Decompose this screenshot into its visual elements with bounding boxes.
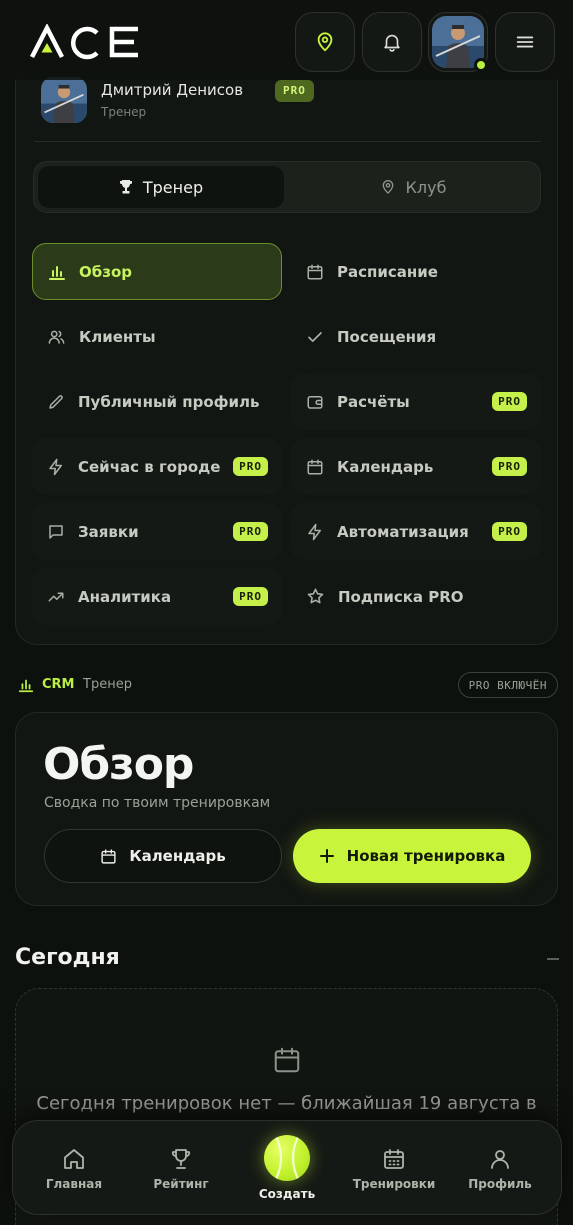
role-switcher: Тренер Клуб	[33, 161, 541, 213]
nav-subscription[interactable]: Подписка PRO	[291, 568, 541, 625]
nav-visits[interactable]: Посещения	[291, 308, 541, 365]
nav-payments-label: Расчёты	[337, 392, 410, 411]
nav-clients-label: Клиенты	[79, 327, 156, 346]
bottom-nav-create-label: Создать	[258, 1187, 316, 1201]
location-button[interactable]	[295, 12, 355, 72]
calendar-button[interactable]: Календарь	[44, 829, 282, 883]
online-status-dot	[474, 58, 488, 72]
calendar-icon	[100, 848, 117, 865]
page-title: Обзор	[43, 739, 194, 790]
nav-visits-label: Посещения	[337, 327, 437, 346]
segment-trainer-label: Тренер	[142, 177, 204, 197]
nav-overview-label: Обзор	[79, 262, 132, 281]
nav-city-now[interactable]: Сейчас в городе PRO	[32, 438, 282, 495]
segment-club[interactable]: Клуб	[290, 166, 536, 208]
ace-logo[interactable]	[30, 23, 142, 60]
nav-clients[interactable]: Клиенты	[32, 308, 282, 365]
nav-subscription-label: Подписка PRO	[338, 587, 464, 606]
nav-city-now-label: Сейчас в городе	[78, 457, 221, 476]
segment-trainer[interactable]: Тренер	[38, 166, 284, 208]
empty-state-text: Сегодня тренировок нет — ближайшая 19 ав…	[36, 1093, 537, 1114]
trending-up-icon	[47, 588, 65, 606]
tennis-ball-icon	[264, 1135, 310, 1181]
nav-requests-label: Заявки	[78, 522, 139, 541]
page-subtitle: Сводка по твоим тренировкам	[44, 795, 271, 811]
nav-automation[interactable]: Автоматизация PRO	[291, 503, 541, 560]
nav-calendar[interactable]: Календарь PRO	[291, 438, 541, 495]
new-training-button[interactable]: Новая тренировка	[293, 829, 531, 883]
wallet-icon	[306, 393, 324, 411]
nav-schedule[interactable]: Расписание	[291, 243, 541, 300]
nav-payments[interactable]: Расчёты PRO	[291, 373, 541, 430]
profile-name: Дмитрий Денисов	[101, 81, 244, 99]
nav-schedule-label: Расписание	[337, 262, 438, 281]
pro-badge: PRO	[233, 587, 268, 606]
trophy-icon	[119, 179, 133, 195]
bottom-nav-create[interactable]: Создать	[237, 1135, 337, 1201]
bottom-nav-home-label: Главная	[45, 1177, 103, 1191]
nav-automation-label: Автоматизация	[337, 522, 469, 541]
crm-label: CRM	[42, 677, 75, 692]
hamburger-menu-icon	[514, 31, 536, 53]
nav-public-profile-label: Публичный профиль	[78, 392, 260, 411]
lightning-icon	[47, 458, 65, 476]
today-section-title: Сегодня	[15, 945, 120, 970]
bell-icon	[381, 31, 403, 53]
bar-chart-icon	[48, 263, 66, 281]
notifications-button[interactable]	[362, 12, 422, 72]
message-square-icon	[47, 523, 65, 541]
crm-breadcrumb: CRM Тренер PRO ВКЛЮЧЁН	[18, 672, 558, 698]
pencil-icon	[47, 393, 65, 411]
segment-club-label: Клуб	[405, 177, 447, 197]
calendar-icon	[306, 458, 324, 476]
nav-public-profile[interactable]: Публичный профиль	[32, 373, 282, 430]
profile-avatar	[41, 77, 87, 123]
bottom-nav-profile-label: Профиль	[468, 1177, 532, 1191]
bottom-navigation: Главная Рейтинг Создать Тренировки Профи…	[12, 1120, 562, 1215]
nav-analytics[interactable]: Аналитика PRO	[32, 568, 282, 625]
trophy-icon	[169, 1147, 193, 1171]
trainer-menu-card: Дмитрий Денисов PRO Тренер Тренер Клуб О…	[15, 60, 558, 645]
bottom-nav-trainings-label: Тренировки	[352, 1177, 436, 1191]
nav-overview[interactable]: Обзор	[32, 243, 282, 300]
pro-badge: PRO	[492, 392, 527, 411]
calendar-icon	[272, 1045, 302, 1075]
pro-badge: PRO	[492, 457, 527, 476]
home-icon	[62, 1147, 86, 1171]
checkmark-icon	[306, 328, 324, 346]
bottom-nav-home[interactable]: Главная	[24, 1147, 124, 1191]
new-training-button-label: Новая тренировка	[346, 847, 506, 865]
calendar-icon	[306, 263, 324, 281]
menu-button[interactable]	[495, 12, 555, 72]
location-pin-icon	[314, 31, 336, 53]
nav-calendar-label: Календарь	[337, 457, 434, 476]
top-header	[0, 0, 573, 80]
pro-badge: PRO	[233, 522, 268, 541]
bottom-nav-rating[interactable]: Рейтинг	[131, 1147, 231, 1191]
pro-badge: PRO	[233, 457, 268, 476]
pro-status-badge: PRO ВКЛЮЧЁН	[457, 672, 558, 698]
pro-badge: PRO	[275, 80, 314, 102]
bar-chart-icon	[18, 677, 34, 693]
star-icon	[306, 587, 325, 606]
bottom-nav-rating-label: Рейтинг	[153, 1177, 209, 1191]
divider	[34, 141, 541, 142]
bottom-nav-trainings[interactable]: Тренировки	[344, 1147, 444, 1191]
profile-role: Тренер	[101, 105, 147, 119]
crm-role: Тренер	[83, 677, 132, 692]
users-icon	[47, 328, 66, 346]
calendar-grid-icon	[382, 1147, 406, 1171]
calendar-button-label: Календарь	[129, 847, 226, 865]
nav-requests[interactable]: Заявки PRO	[32, 503, 282, 560]
pro-badge: PRO	[492, 522, 527, 541]
overview-card: Обзор Сводка по твоим тренировкам Календ…	[15, 712, 558, 906]
bottom-nav-profile[interactable]: Профиль	[450, 1147, 550, 1191]
nav-analytics-label: Аналитика	[78, 587, 172, 606]
user-avatar-button[interactable]	[428, 12, 488, 72]
user-icon	[488, 1147, 512, 1171]
collapse-icon[interactable]	[547, 958, 559, 960]
plus-icon	[319, 848, 335, 864]
location-pin-icon	[380, 179, 396, 195]
lightning-icon	[306, 523, 324, 541]
